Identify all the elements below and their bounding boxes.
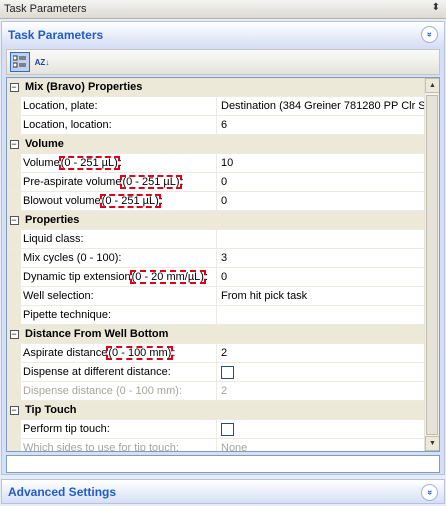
- property-description-box: [6, 455, 440, 473]
- property-row: Which sides to use for tip touch: None: [7, 439, 425, 452]
- category-label: Distance From Well Bottom: [25, 328, 169, 340]
- collapse-icon[interactable]: −: [9, 329, 19, 339]
- property-value[interactable]: 6: [217, 116, 425, 134]
- property-name: Dispense at different distance:: [21, 363, 217, 381]
- property-row[interactable]: Pre-aspirate volume (0 - 251 µL) : 0: [7, 173, 425, 192]
- panel-title: Task Parameters: [8, 27, 104, 42]
- property-row[interactable]: Dispense at different distance:: [7, 363, 425, 382]
- property-name: Perform tip touch:: [21, 420, 217, 438]
- property-name: Volume (0 - 251 µL) :: [21, 154, 217, 172]
- property-row[interactable]: Aspirate distance (0 - 100 mm) : 2: [7, 344, 425, 363]
- property-value[interactable]: 0: [217, 192, 425, 210]
- range-highlight: (0 - 251 µL): [99, 194, 161, 208]
- category-distance-from-well-bottom[interactable]: − Distance From Well Bottom: [7, 325, 425, 344]
- categorized-view-button[interactable]: [10, 52, 30, 72]
- property-row[interactable]: Liquid class:: [7, 230, 425, 249]
- arrow-up-icon: ▲: [429, 82, 436, 89]
- vertical-scrollbar[interactable]: ▲ ▼: [424, 78, 439, 451]
- scroll-thumb[interactable]: [426, 95, 438, 435]
- property-name: Aspirate distance (0 - 100 mm) :: [21, 344, 217, 362]
- category-label: Properties: [25, 214, 80, 226]
- range-highlight: (0 - 20 mm/µL): [129, 270, 206, 284]
- property-name: Well selection:: [21, 287, 217, 305]
- property-value[interactable]: 0: [217, 268, 425, 286]
- property-value[interactable]: Destination (384 Greiner 781280 PP Clr S…: [217, 97, 425, 115]
- window-title: Task Parameters: [4, 3, 87, 15]
- property-row[interactable]: Blowout volume (0 - 251 µL) : 0: [7, 192, 425, 211]
- scroll-down-button[interactable]: ▼: [425, 436, 439, 451]
- perform-tip-touch-checkbox[interactable]: [221, 422, 234, 436]
- property-name: Dispense distance (0 - 100 mm):: [21, 382, 217, 400]
- dispense-different-distance-checkbox[interactable]: [221, 365, 234, 379]
- property-value[interactable]: 2: [217, 344, 425, 362]
- advanced-settings-header[interactable]: Advanced Settings «: [1, 479, 445, 504]
- categorized-icon: [13, 55, 26, 68]
- property-name: Dynamic tip extension (0 - 20 mm/µL) :: [21, 268, 217, 286]
- property-value: 2: [221, 385, 228, 397]
- property-name: Pipette technique:: [21, 306, 217, 324]
- property-row[interactable]: Location, plate: Destination (384 Greine…: [7, 97, 425, 116]
- category-mix-bravo[interactable]: − Mix (Bravo) Properties: [7, 78, 425, 97]
- property-value[interactable]: [217, 306, 425, 324]
- collapse-icon[interactable]: −: [9, 405, 19, 415]
- property-row[interactable]: Mix cycles (0 - 100): 3: [7, 249, 425, 268]
- property-name: Location, plate:: [21, 97, 217, 115]
- property-name: Which sides to use for tip touch:: [21, 439, 217, 451]
- property-row[interactable]: Pipette technique:: [7, 306, 425, 325]
- category-label: Volume: [25, 138, 64, 150]
- range-highlight: (0 - 100 mm): [106, 346, 174, 360]
- category-properties[interactable]: − Properties: [7, 211, 425, 230]
- property-name: Blowout volume (0 - 251 µL) :: [21, 192, 217, 210]
- task-parameters-header[interactable]: Task Parameters »: [1, 21, 445, 47]
- scroll-up-button[interactable]: ▲: [425, 78, 439, 93]
- property-row[interactable]: Location, location: 6: [7, 116, 425, 135]
- range-highlight: (0 - 251 µL): [58, 156, 120, 170]
- property-value[interactable]: [217, 230, 425, 248]
- range-highlight: (0 - 251 µL): [120, 175, 182, 189]
- property-name: Pre-aspirate volume (0 - 251 µL) :: [21, 173, 217, 191]
- category-label: Tip Touch: [25, 404, 77, 416]
- expand-chevron-icon[interactable]: «: [421, 484, 438, 501]
- sort-az-icon: AZ↓: [34, 57, 50, 67]
- collapse-chevron-icon[interactable]: »: [421, 26, 438, 43]
- advanced-settings-title: Advanced Settings: [8, 484, 117, 499]
- window-titlebar: Task Parameters ⬍: [0, 0, 446, 19]
- alphabetical-view-button[interactable]: AZ↓: [32, 52, 52, 72]
- property-value[interactable]: [217, 420, 425, 438]
- property-value: None: [221, 442, 248, 452]
- property-row[interactable]: Volume (0 - 251 µL) : 10: [7, 154, 425, 173]
- property-value[interactable]: [217, 363, 425, 381]
- property-name: Liquid class:: [21, 230, 217, 248]
- pin-icon[interactable]: ⬍: [432, 2, 440, 13]
- arrow-down-icon: ▼: [429, 440, 436, 447]
- collapse-icon[interactable]: −: [9, 82, 19, 92]
- property-name: Mix cycles (0 - 100):: [21, 249, 217, 267]
- property-grid: − Mix (Bravo) Properties Location, plate…: [6, 77, 440, 452]
- collapse-icon[interactable]: −: [9, 139, 19, 149]
- property-row[interactable]: Perform tip touch:: [7, 420, 425, 439]
- task-parameters-body: AZ↓ − Mix (Bravo) Properties Location, p…: [1, 47, 445, 475]
- property-grid-toolbar: AZ↓: [6, 49, 440, 75]
- property-value[interactable]: 0: [217, 173, 425, 191]
- property-value[interactable]: From hit pick task: [217, 287, 425, 305]
- property-grid-rows: − Mix (Bravo) Properties Location, plate…: [7, 78, 425, 452]
- category-tip-touch[interactable]: − Tip Touch: [7, 401, 425, 420]
- collapse-icon[interactable]: −: [9, 215, 19, 225]
- category-label: Mix (Bravo) Properties: [25, 81, 143, 93]
- category-volume[interactable]: − Volume: [7, 135, 425, 154]
- property-row: Dispense distance (0 - 100 mm): 2: [7, 382, 425, 401]
- property-name: Location, location:: [21, 116, 217, 134]
- property-row[interactable]: Dynamic tip extension (0 - 20 mm/µL) : 0: [7, 268, 425, 287]
- property-row[interactable]: Well selection: From hit pick task: [7, 287, 425, 306]
- property-value[interactable]: 10: [217, 154, 425, 172]
- property-value[interactable]: 3: [217, 249, 425, 267]
